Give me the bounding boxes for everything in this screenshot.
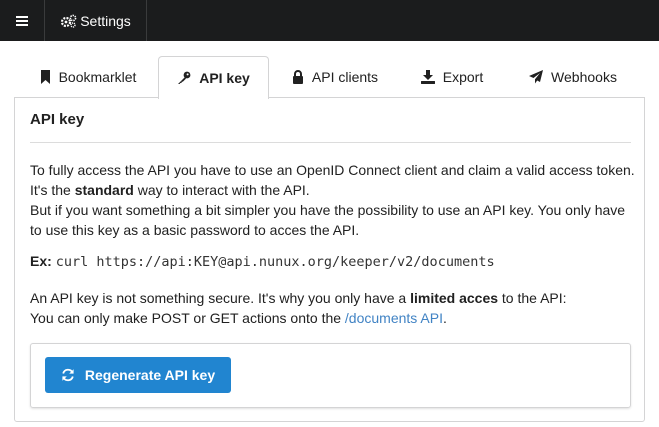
- tab-api-clients[interactable]: API clients: [272, 56, 398, 98]
- header-divider: [30, 142, 631, 143]
- tab-api-key-label: API key: [199, 70, 250, 86]
- security-note: An API key is not something secure. It's…: [30, 288, 635, 328]
- download-icon: [420, 70, 435, 84]
- settings-menu-item[interactable]: Settings: [45, 0, 147, 41]
- tab-export-label: Export: [442, 69, 484, 85]
- description-bold-standard: standard: [74, 182, 134, 198]
- sidebar-toggle-button[interactable]: [0, 0, 45, 41]
- refresh-icon: [62, 368, 74, 382]
- tab-api-key[interactable]: API key: [158, 56, 269, 99]
- regenerate-segment: Regenerate API key: [30, 343, 631, 408]
- description-text-3: But if you want something a bit simpler …: [30, 202, 626, 238]
- note-text-2: to the API:: [498, 290, 567, 306]
- bookmark-icon: [40, 70, 50, 84]
- example-code: curl https://api:KEY@api.nunux.org/keepe…: [55, 254, 495, 270]
- note-bold-limited: limited acces: [410, 290, 499, 306]
- note-text-1: An API key is not something secure. It's…: [30, 290, 411, 306]
- top-menu-bar: Settings: [0, 0, 659, 41]
- cogs-icon: [61, 14, 77, 28]
- example-line: Ex: curl https://api:KEY@api.nunux.org/k…: [30, 253, 495, 270]
- description-text-2: way to interact with the API.: [133, 182, 310, 198]
- note-text-3: You can only make POST or GET actions on…: [30, 310, 345, 326]
- api-description: To fully access the API you have to use …: [30, 160, 635, 240]
- regenerate-button-label: Regenerate API key: [84, 367, 216, 383]
- lock-icon: [292, 70, 303, 84]
- tab-bookmarklet[interactable]: Bookmarklet: [18, 56, 158, 98]
- example-label: Ex:: [30, 253, 52, 269]
- paper-plane-icon: [529, 70, 544, 84]
- note-text-4: .: [442, 310, 447, 326]
- tab-bookmarklet-label: Bookmarklet: [58, 69, 137, 85]
- tab-export[interactable]: Export: [402, 56, 502, 98]
- tab-webhooks-label: Webhooks: [551, 69, 617, 85]
- api-key-panel: API key To fully access the API you have…: [14, 97, 645, 422]
- panel-title: API key: [30, 111, 85, 128]
- documents-api-link[interactable]: /documents API: [345, 310, 443, 326]
- tab-webhooks[interactable]: Webhooks: [513, 56, 633, 98]
- regenerate-api-key-button[interactable]: Regenerate API key: [45, 357, 231, 393]
- key-icon: [178, 71, 191, 84]
- tab-api-clients-label: API clients: [311, 69, 379, 85]
- hamburger-icon: [16, 15, 28, 26]
- settings-label: Settings: [80, 12, 131, 29]
